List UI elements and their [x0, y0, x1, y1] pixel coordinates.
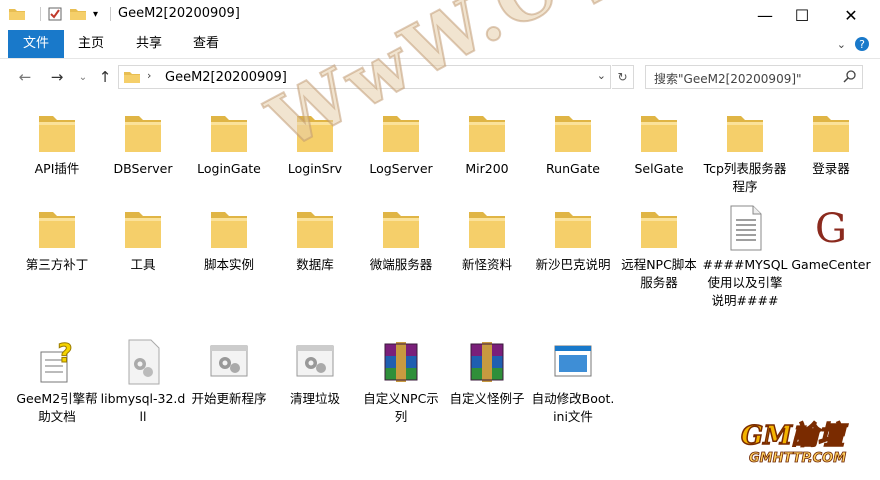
file-item-label: 微端服务器 — [369, 257, 433, 272]
file-item-label: LogServer — [369, 161, 433, 176]
gm-forum-logo: GM論壇 GMHTTP.COM — [740, 420, 849, 466]
svg-text:?: ? — [57, 339, 72, 369]
folder-icon — [725, 108, 765, 156]
arrow-up-icon: ↑ — [98, 68, 112, 86]
file-item-label: 工具 — [130, 257, 156, 272]
chevron-right-icon: › — [147, 69, 152, 82]
folder-icon — [639, 204, 679, 252]
address-path: GeeM2[20200909] — [165, 70, 287, 85]
exe-file-icon — [553, 338, 593, 386]
rar-file-icon — [381, 338, 421, 386]
batch-file-icon — [295, 338, 335, 386]
refresh-icon: ↻ — [617, 70, 628, 84]
arrow-right-icon: → — [50, 68, 64, 86]
file-item-label: ####MYSQL使用以及引擎说明#### — [702, 257, 788, 308]
file-item-label: 新沙巴克说明 — [535, 257, 611, 272]
folder-icon — [123, 108, 163, 156]
file-item-label: 开始更新程序 — [191, 391, 267, 406]
navigation-bar: ← → ⌄ ↑ › GeeM2[20200909] ⌄ ↻ 搜索"GeeM2[2… — [0, 62, 880, 94]
file-item-label: 登录器 — [812, 161, 850, 176]
file-item-label: 第三方补丁 — [25, 257, 89, 272]
folder-icon — [37, 204, 77, 252]
tab-file[interactable]: 文件 — [8, 30, 64, 58]
folder-icon — [209, 204, 249, 252]
folder-icon — [553, 108, 593, 156]
rar-file-icon — [467, 338, 507, 386]
svg-text:G: G — [815, 206, 847, 252]
properties-checkbox-icon[interactable] — [47, 6, 63, 22]
title-bar: ▾ GeeM2[20200909] — ☐ ✕ — [0, 0, 880, 30]
tab-view[interactable]: 查看 — [185, 30, 227, 58]
svg-text:GM論壇: GM論壇 — [741, 421, 849, 451]
maximize-button[interactable]: ☐ — [779, 0, 825, 30]
recent-locations-button[interactable]: ⌄ — [72, 66, 94, 88]
folder-icon — [811, 108, 851, 156]
folder-icon — [467, 108, 507, 156]
file-item-label: 远程NPC脚本服务器 — [621, 257, 697, 290]
address-bar[interactable]: › GeeM2[20200909] ⌄ — [118, 65, 611, 89]
file-item-label: 自定义NPC示列 — [363, 391, 439, 424]
tab-share[interactable]: 共享 — [128, 30, 170, 58]
svg-text:?: ? — [859, 38, 865, 51]
folder-icon — [467, 204, 507, 252]
ribbon-tabs: 文件 主页 共享 查看 ⌄ ? — [0, 30, 880, 59]
folder-icon — [9, 9, 25, 20]
file-item-label: DBServer — [113, 161, 173, 176]
file-item-label: Tcp列表服务器程序 — [703, 161, 787, 194]
window-title: GeeM2[20200909] — [118, 6, 240, 21]
back-button[interactable]: ← — [14, 66, 36, 88]
file-item-label: libmysql-32.dll — [100, 391, 186, 424]
help-icon[interactable]: ? — [854, 36, 870, 52]
folder-icon — [639, 108, 679, 156]
folder-icon — [381, 108, 421, 156]
file-item-label: GeeM2引擎帮助文档 — [16, 391, 98, 424]
svg-text:GMHTTP.COM: GMHTTP.COM — [749, 451, 846, 466]
tab-home[interactable]: 主页 — [70, 30, 112, 58]
arrow-left-icon: ← — [18, 68, 32, 86]
chevron-down-icon: ⌄ — [78, 71, 88, 83]
file-item-label: Mir200 — [465, 161, 509, 176]
file-item-label: 清理垃圾 — [289, 391, 340, 406]
file-item-label: LoginGate — [197, 161, 261, 176]
search-placeholder: 搜索"GeeM2[20200909]" — [654, 72, 802, 86]
file-item-label: GameCenter — [791, 257, 871, 272]
folder-icon — [123, 204, 163, 252]
refresh-button[interactable]: ↻ — [612, 65, 634, 89]
file-item-label: 自动修改Boot.ini文件 — [531, 391, 615, 424]
file-item-label: 脚本实例 — [203, 257, 254, 272]
customize-toolbar-icon[interactable]: ▾ — [93, 9, 98, 20]
app-file-icon: G — [811, 204, 851, 252]
search-icon — [843, 70, 856, 83]
batch-file-icon — [209, 338, 249, 386]
file-item-label: 数据库 — [296, 257, 334, 272]
new-folder-icon[interactable] — [69, 6, 87, 22]
file-item-label: 新怪资料 — [461, 257, 512, 272]
text-file-icon — [725, 204, 765, 252]
file-item-label: RunGate — [546, 161, 600, 176]
close-button[interactable]: ✕ — [828, 0, 874, 30]
forward-button[interactable]: → — [46, 66, 68, 88]
folder-icon — [381, 204, 421, 252]
folder-icon — [295, 108, 335, 156]
file-item-label: SelGate — [634, 161, 684, 176]
help-file-icon: ? — [37, 338, 77, 386]
expand-ribbon-icon[interactable]: ⌄ — [837, 38, 846, 51]
folder-icon — [295, 204, 335, 252]
file-item-label: API插件 — [34, 161, 80, 176]
folder-icon — [124, 72, 140, 83]
folder-icon — [209, 108, 249, 156]
file-item-label: 自定义怪例子 — [449, 391, 525, 406]
folder-icon — [37, 108, 77, 156]
dll-file-icon — [123, 338, 163, 386]
quick-access-toolbar: ▾ — [8, 6, 112, 22]
folder-icon — [553, 204, 593, 252]
file-item-label: LoginSrv — [287, 161, 343, 176]
search-input[interactable]: 搜索"GeeM2[20200909]" — [645, 65, 863, 89]
up-button[interactable]: ↑ — [94, 66, 116, 88]
chevron-down-icon[interactable]: ⌄ — [597, 69, 606, 82]
